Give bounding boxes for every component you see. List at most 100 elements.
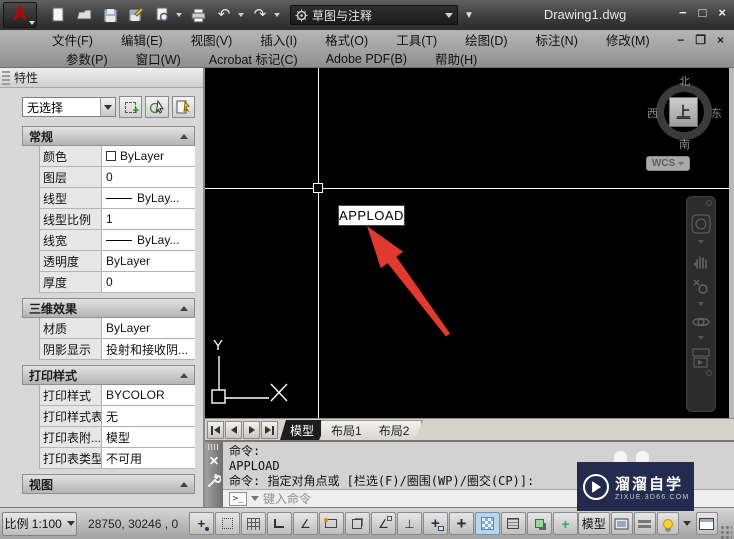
doc-minimize-button[interactable]: −	[677, 33, 684, 47]
chevron-down-icon[interactable]	[698, 336, 704, 340]
save-as-button[interactable]	[126, 5, 146, 25]
annotation-visibility-button[interactable]	[656, 512, 679, 535]
quick-view-drawings-button[interactable]	[633, 512, 656, 535]
toolbar-overflow-button[interactable]: ▼	[464, 10, 474, 21]
doc-close-button[interactable]: ×	[717, 33, 724, 47]
palette-grip[interactable]	[2, 70, 10, 85]
menu-file[interactable]: 文件(F)	[38, 30, 107, 49]
zoom-icon[interactable]	[692, 278, 710, 296]
annotation-scale-button[interactable]: 比例 1:100	[2, 511, 78, 536]
property-row-thickness[interactable]: 厚度 0	[40, 272, 195, 293]
command-window-grip[interactable]: ✕	[205, 442, 223, 507]
collapse-arrow-icon[interactable]	[180, 372, 188, 378]
section-general-header[interactable]: 常规	[22, 126, 195, 146]
steering-wheel-icon[interactable]	[691, 214, 711, 234]
chevron-down-icon[interactable]	[176, 13, 182, 17]
last-tab-button[interactable]	[261, 421, 278, 439]
resize-grip[interactable]	[719, 525, 733, 539]
quick-select-button[interactable]: +	[118, 96, 143, 118]
property-row-layer[interactable]: 图层 0	[40, 167, 195, 188]
dynamic-input-toggle[interactable]: +	[422, 512, 448, 535]
previous-tab-button[interactable]	[225, 421, 242, 439]
menu-insert[interactable]: 插入(I)	[246, 30, 311, 49]
chevron-down-icon[interactable]	[274, 13, 280, 17]
section-view-header[interactable]: 视图	[22, 474, 195, 494]
properties-palette-header[interactable]: 特性	[0, 68, 203, 88]
redo-button[interactable]: ↷	[250, 5, 270, 25]
status-bar-menu-button[interactable]	[682, 521, 691, 526]
viewcube-north[interactable]: 北	[679, 73, 690, 89]
viewcube[interactable]: 北 南 西 东 上	[647, 73, 722, 151]
quick-view-layouts-button[interactable]	[610, 512, 633, 535]
minimize-button[interactable]: −	[679, 4, 687, 22]
property-row-shadow-display[interactable]: 阴影显示 投射和接收阴...	[40, 339, 195, 360]
close-button[interactable]: ×	[718, 4, 726, 22]
clean-screen-button[interactable]	[695, 512, 718, 535]
menu-modify[interactable]: 修改(M)	[592, 30, 664, 49]
menu-format[interactable]: 格式(O)	[311, 30, 382, 49]
pan-hand-icon[interactable]	[692, 252, 710, 270]
chevron-down-icon[interactable]	[698, 302, 704, 306]
infer-constraints-toggle[interactable]: +	[188, 512, 214, 535]
property-row-lineweight[interactable]: 线宽 ByLay...	[40, 230, 195, 251]
3d-object-snap-toggle[interactable]	[344, 512, 370, 535]
select-objects-button[interactable]	[145, 96, 169, 118]
property-row-linetype[interactable]: 线型 ByLay...	[40, 188, 195, 209]
chevron-down-icon[interactable]	[251, 496, 259, 501]
annotation-monitor-toggle[interactable]: +	[552, 512, 578, 535]
section-3d-effects-header[interactable]: 三维效果	[22, 298, 195, 318]
object-snap-toggle[interactable]	[318, 512, 344, 535]
ortho-mode-toggle[interactable]	[266, 512, 292, 535]
close-icon[interactable]: ✕	[209, 454, 219, 468]
coordinate-readout[interactable]: 28750, 30246 , 0	[77, 517, 189, 531]
property-row-transparency[interactable]: 透明度 ByLayer	[40, 251, 195, 272]
tab-layout2[interactable]: 布局2	[369, 420, 424, 440]
selection-cycling-toggle[interactable]	[526, 512, 552, 535]
showmotion-icon[interactable]	[692, 348, 710, 368]
menu-edit[interactable]: 编辑(E)	[107, 30, 177, 49]
grip-dots[interactable]	[208, 444, 220, 450]
polar-tracking-toggle[interactable]: ∠	[292, 512, 318, 535]
selection-type-dropdown[interactable]: 无选择	[22, 97, 116, 117]
menu-help[interactable]: 帮助(H)	[421, 49, 491, 68]
navbar-handle-icon[interactable]	[706, 370, 712, 376]
next-tab-button[interactable]	[243, 421, 260, 439]
model-space-button[interactable]: 模型	[577, 512, 610, 535]
autocad-menu-button[interactable]: A	[3, 2, 37, 28]
open-file-button[interactable]	[74, 5, 94, 25]
lineweight-toggle[interactable]: +	[448, 512, 474, 535]
navbar-handle-icon[interactable]	[706, 200, 712, 206]
drawing-canvas[interactable]: APPLOAD 北 南 西 东 上 WCS Y	[205, 68, 734, 418]
viewcube-east[interactable]: 东	[711, 105, 722, 121]
save-button[interactable]	[100, 5, 120, 25]
workspace-dropdown[interactable]: 草图与注释	[290, 5, 458, 25]
grid-display-toggle[interactable]	[240, 512, 266, 535]
tab-layout1[interactable]: 布局1	[321, 420, 376, 440]
viewcube-west[interactable]: 西	[647, 105, 658, 121]
plot-preview-button[interactable]	[152, 5, 172, 25]
first-tab-button[interactable]	[207, 421, 224, 439]
menu-adobe-pdf[interactable]: Adobe PDF(B)	[312, 52, 421, 66]
menu-draw[interactable]: 绘图(D)	[451, 30, 521, 49]
wrench-icon[interactable]	[207, 474, 221, 488]
new-file-button[interactable]	[48, 5, 68, 25]
snap-mode-toggle[interactable]	[214, 512, 240, 535]
property-row-plot-table-type[interactable]: 打印表类型 不可用	[40, 448, 195, 469]
quick-properties-toggle[interactable]	[500, 512, 526, 535]
chevron-down-icon[interactable]	[698, 240, 704, 244]
property-row-material[interactable]: 材质 ByLayer	[40, 318, 195, 339]
print-button[interactable]	[188, 5, 208, 25]
property-row-plot-table-attached[interactable]: 打印表附... 模型	[40, 427, 195, 448]
collapse-arrow-icon[interactable]	[180, 481, 188, 487]
menu-parametric[interactable]: 参数(P)	[52, 49, 122, 68]
viewcube-south[interactable]: 南	[679, 136, 690, 152]
dynamic-ucs-toggle[interactable]: ⊥	[396, 512, 422, 535]
object-snap-tracking-toggle[interactable]: ∠	[370, 512, 396, 535]
menu-tools[interactable]: 工具(T)	[382, 30, 451, 49]
menu-view[interactable]: 视图(V)	[177, 30, 247, 49]
orbit-icon[interactable]	[691, 314, 711, 330]
viewcube-top-face[interactable]: 上	[669, 97, 698, 127]
collapse-arrow-icon[interactable]	[180, 133, 188, 139]
property-row-color[interactable]: 颜色 ByLayer	[40, 146, 195, 167]
toggle-pickadd-button[interactable]	[171, 96, 195, 118]
